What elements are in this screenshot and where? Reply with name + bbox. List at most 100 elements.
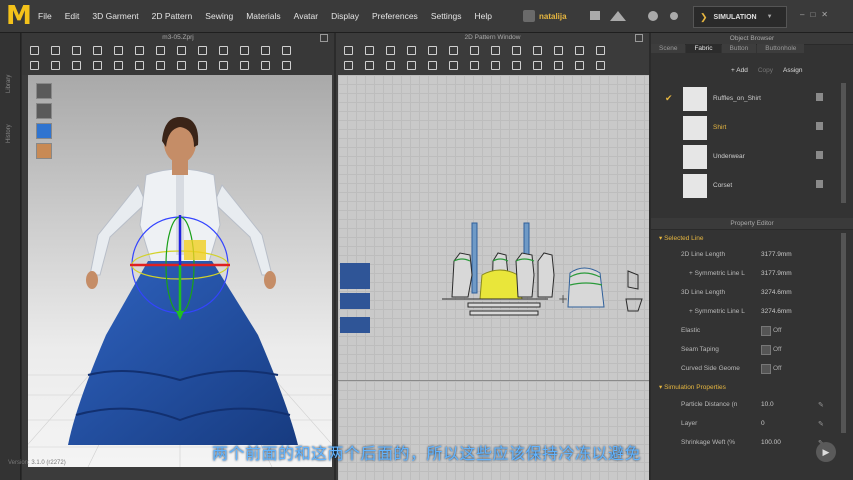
render-tool-icon[interactable] [282, 61, 291, 70]
fabric-lock-icon[interactable] [816, 180, 823, 188]
warning-icon[interactable] [610, 11, 626, 21]
menu-2d-pattern[interactable]: 2D Pattern [152, 11, 193, 21]
tab-button[interactable]: Button [721, 44, 757, 53]
tab-history[interactable]: History [6, 124, 12, 143]
brush-tool-icon[interactable] [156, 46, 165, 55]
fit-map-icon[interactable] [72, 61, 81, 70]
menu-3d-garment[interactable]: 3D Garment [92, 11, 138, 21]
polygon-icon[interactable] [428, 46, 437, 55]
property-value[interactable]: 10.0 [761, 401, 774, 408]
arrange-tool-icon[interactable] [219, 61, 228, 70]
message-icon[interactable] [590, 11, 600, 20]
texture-edit-icon[interactable] [407, 61, 416, 70]
menu-edit[interactable]: Edit [65, 11, 80, 21]
skin-tool-icon[interactable] [156, 61, 165, 70]
fabric-item[interactable]: Corset [651, 172, 836, 200]
check-sewing-icon[interactable] [575, 46, 584, 55]
fabric-item[interactable]: ✔ Ruffles_on_Shirt [651, 85, 836, 113]
annotation-icon[interactable] [449, 61, 458, 70]
menu-help[interactable]: Help [475, 11, 492, 21]
property-value[interactable]: 3274.6mm [761, 308, 792, 315]
property-value[interactable]: 3177.9mm [761, 251, 792, 258]
fabric-2d-icon[interactable] [575, 61, 584, 70]
edit-icon[interactable]: ✎ [818, 420, 824, 428]
avatar-view-icon[interactable] [36, 83, 52, 99]
fabric-view-icon[interactable] [36, 123, 52, 139]
pin-2d-icon[interactable] [533, 61, 542, 70]
x-ray-tool-icon[interactable] [177, 61, 186, 70]
add-point-icon[interactable] [407, 46, 416, 55]
edit-point-icon[interactable] [365, 46, 374, 55]
section-selected-line[interactable]: ▾ Selected Line [659, 234, 703, 242]
stress-map-icon[interactable] [93, 61, 102, 70]
graphic-icon[interactable] [428, 61, 437, 70]
circle-icon[interactable] [470, 46, 479, 55]
add-fabric-button[interactable]: + Add [731, 67, 748, 74]
window-controls[interactable]: –□✕ [800, 10, 834, 19]
object-browser-scrollbar[interactable] [841, 83, 846, 203]
measure-tool-icon[interactable] [114, 46, 123, 55]
2d-pattern-canvas[interactable]: + [338, 75, 649, 480]
user-account[interactable]: natalija [523, 9, 583, 23]
pressure-map-icon[interactable] [135, 61, 144, 70]
curved-side-checkbox[interactable] [761, 364, 771, 374]
button-tool-icon[interactable] [198, 46, 207, 55]
zip-tool-icon[interactable] [219, 46, 228, 55]
line-tool-icon[interactable] [261, 61, 270, 70]
menu-preferences[interactable]: Preferences [372, 11, 418, 21]
chevron-down-icon[interactable]: ▼ [767, 14, 773, 20]
layer-tool-icon[interactable] [240, 61, 249, 70]
fabric-lock-icon[interactable] [816, 93, 823, 101]
maximize-icon[interactable] [320, 34, 328, 42]
property-value[interactable]: 3274.6mm [761, 289, 792, 296]
assign-fabric-button[interactable]: Assign [783, 67, 803, 74]
menu-file[interactable]: File [38, 11, 52, 21]
copy-fabric-button[interactable]: Copy [758, 67, 773, 74]
menu-display[interactable]: Display [331, 11, 359, 21]
tab-scene[interactable]: Scene [651, 44, 686, 53]
grade-icon[interactable] [596, 61, 605, 70]
pleat-icon[interactable] [512, 61, 521, 70]
grain-icon[interactable] [386, 61, 395, 70]
menu-avatar[interactable]: Avatar [294, 11, 318, 21]
section-simulation-properties[interactable]: ▾ Simulation Properties [659, 383, 726, 391]
avatar-tool-icon[interactable] [177, 46, 186, 55]
seam-taping-checkbox[interactable] [761, 345, 771, 355]
fabric-lock-icon[interactable] [816, 122, 823, 130]
puckering-icon[interactable] [491, 61, 500, 70]
tab-library[interactable]: Library [6, 75, 12, 93]
free-sewing-icon[interactable] [554, 46, 563, 55]
skin-view-icon[interactable] [36, 143, 52, 159]
garment-view-icon[interactable] [36, 103, 52, 119]
pattern-outlines[interactable] [442, 222, 643, 316]
texture-tool-icon[interactable] [240, 46, 249, 55]
menu-settings[interactable]: Settings [431, 11, 462, 21]
tape-tool-icon[interactable] [135, 46, 144, 55]
edit-icon[interactable]: ✎ [818, 401, 824, 409]
play-icon[interactable]: ▶ [816, 442, 836, 462]
tape-2d-icon[interactable] [554, 61, 563, 70]
fabric-item[interactable]: Shirt [651, 114, 836, 142]
select-tool-icon[interactable] [30, 46, 39, 55]
edit-curve-icon[interactable] [386, 46, 395, 55]
dart-icon[interactable] [512, 46, 521, 55]
simulation-button[interactable]: ❯ SIMULATION ▼ [693, 6, 787, 28]
segment-sewing-icon[interactable] [533, 46, 542, 55]
move-tool-icon[interactable] [51, 46, 60, 55]
menu-materials[interactable]: Materials [246, 11, 280, 21]
steam-tool-icon[interactable] [30, 61, 39, 70]
maximize-icon[interactable] [635, 34, 643, 42]
trace-icon[interactable] [344, 61, 353, 70]
tab-fabric[interactable]: Fabric [686, 44, 721, 53]
menu-sewing[interactable]: Sewing [205, 11, 233, 21]
fabric-lock-icon[interactable] [816, 151, 823, 159]
property-value[interactable]: 3177.9mm [761, 270, 792, 277]
help-icon[interactable] [648, 11, 658, 21]
property-value[interactable]: 0 [761, 420, 765, 427]
elastic-checkbox[interactable] [761, 326, 771, 336]
rectangle-icon[interactable] [449, 46, 458, 55]
property-editor-scrollbar[interactable] [841, 233, 846, 433]
strain-map-icon[interactable] [114, 61, 123, 70]
topstitch-icon[interactable] [470, 61, 479, 70]
3d-viewport[interactable] [28, 75, 332, 467]
